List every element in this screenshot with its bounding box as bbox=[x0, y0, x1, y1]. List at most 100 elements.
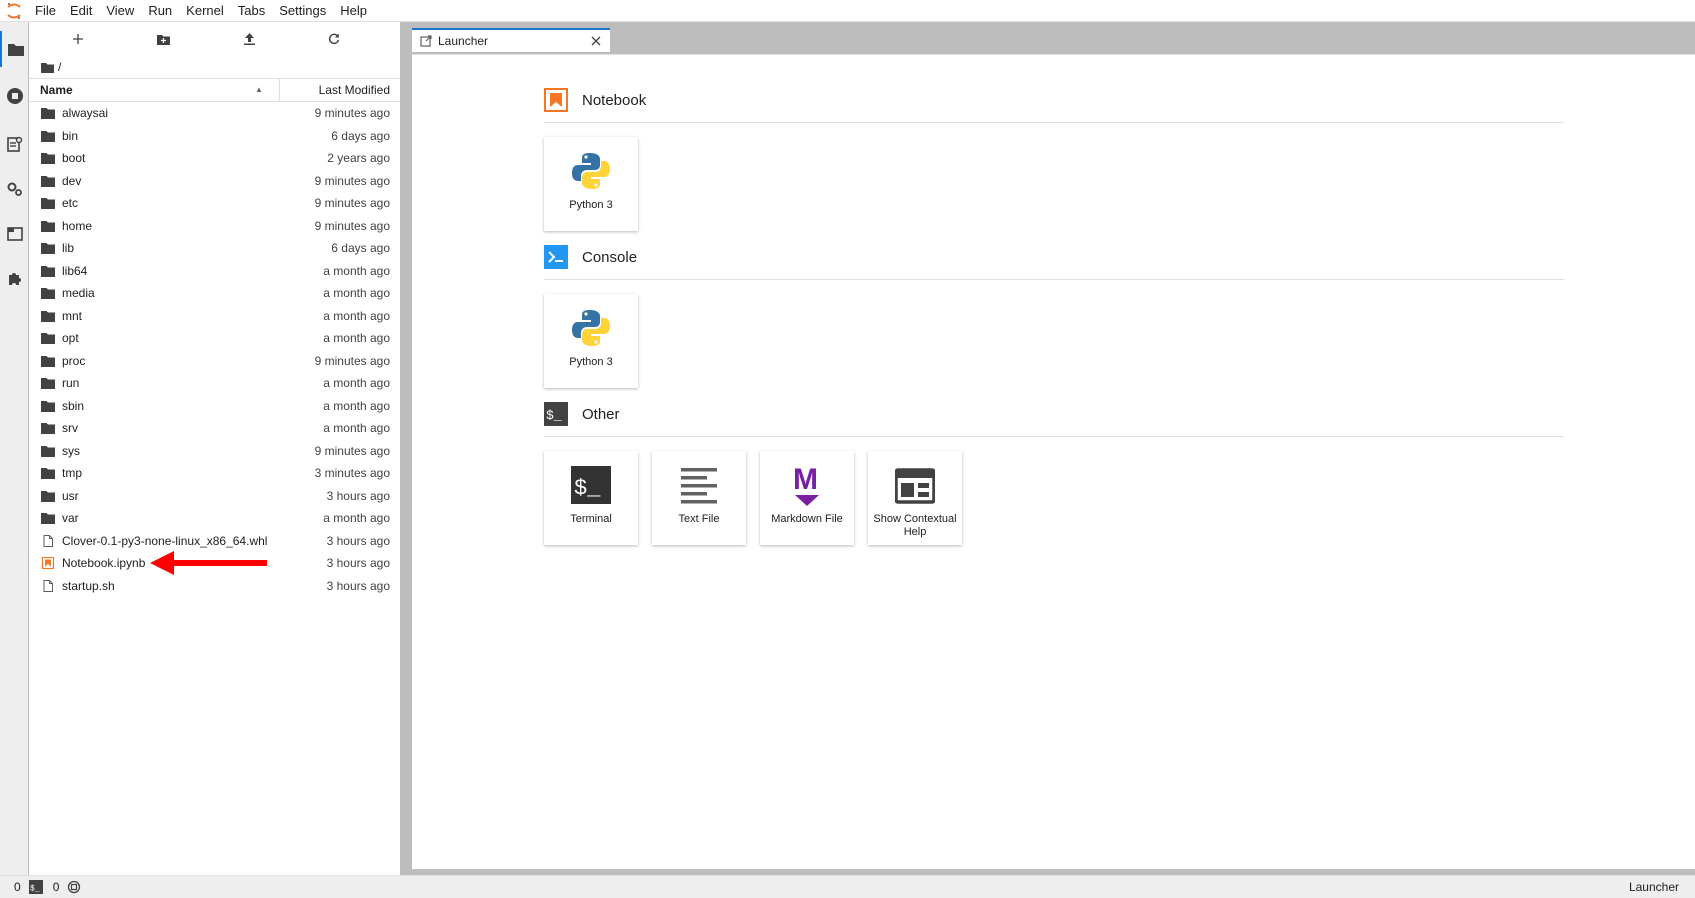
upload-button[interactable] bbox=[238, 28, 260, 50]
file-list-item[interactable]: Clover-0.1-py3-none-linux_x86_64.whl 3 ho… bbox=[29, 530, 400, 553]
file-list-item[interactable]: usr 3 hours ago bbox=[29, 485, 400, 508]
contextual-help-card[interactable]: Show Contextual Help bbox=[868, 451, 962, 545]
terminal-icon: $_ bbox=[28, 880, 43, 894]
card-label: Python 3 bbox=[569, 199, 613, 211]
section-title: Notebook bbox=[582, 91, 647, 109]
refresh-button[interactable] bbox=[323, 28, 345, 50]
file-list-item[interactable]: opt a month ago bbox=[29, 327, 400, 350]
file-list-item[interactable]: lib 6 days ago bbox=[29, 237, 400, 260]
folder-icon bbox=[41, 107, 55, 119]
file-list-item[interactable]: var a month ago bbox=[29, 507, 400, 530]
terminal-section-icon: $_ bbox=[544, 402, 568, 426]
name-column-header[interactable]: Name bbox=[40, 79, 73, 101]
file-list-item[interactable]: dev 9 minutes ago bbox=[29, 170, 400, 193]
folder-icon bbox=[41, 445, 55, 457]
menu-settings[interactable]: Settings bbox=[272, 0, 333, 22]
file-list-item[interactable]: lib64 a month ago bbox=[29, 260, 400, 283]
file-list-item[interactable]: startup.sh 3 hours ago bbox=[29, 575, 400, 598]
notebook-icon bbox=[544, 88, 568, 112]
extensions-tab[interactable] bbox=[0, 261, 29, 297]
commands-tab[interactable] bbox=[0, 126, 29, 162]
file-name: opt bbox=[62, 331, 79, 345]
notebook-icon bbox=[41, 556, 55, 570]
file-name: proc bbox=[62, 353, 86, 368]
file-browser-toolbar bbox=[29, 22, 400, 56]
card-label: Text File bbox=[678, 513, 720, 525]
menu-kernel[interactable]: Kernel bbox=[179, 0, 231, 22]
new-launcher-button[interactable] bbox=[67, 28, 89, 50]
folder-icon bbox=[41, 355, 55, 367]
new-folder-icon bbox=[156, 34, 170, 45]
kernel-chip-icon bbox=[68, 880, 81, 894]
new-folder-button[interactable] bbox=[152, 28, 174, 50]
file-list-header: Name ▲ Last Modified bbox=[29, 78, 400, 102]
running-sessions-tab[interactable] bbox=[0, 78, 29, 114]
close-icon[interactable] bbox=[590, 35, 602, 47]
card-label: Python 3 bbox=[569, 356, 613, 368]
launcher-panel: Notebook Python 3 Console Python 3 $_ Ot… bbox=[412, 54, 1695, 869]
file-list-item[interactable]: boot 2 years ago bbox=[29, 147, 400, 170]
menu-file[interactable]: File bbox=[28, 0, 63, 22]
file-name: Notebook.ipynb bbox=[62, 556, 146, 570]
section-divider bbox=[544, 279, 1564, 280]
file-name: sbin bbox=[62, 398, 85, 413]
markdown-file-card[interactable]: M Markdown File bbox=[760, 451, 854, 545]
file-list-item[interactable]: sbin a month ago bbox=[29, 395, 400, 418]
file-list-item[interactable]: proc 9 minutes ago bbox=[29, 350, 400, 373]
folder-icon[interactable] bbox=[41, 62, 54, 73]
jupyter-logo-icon bbox=[0, 0, 28, 22]
text-file-icon bbox=[675, 461, 723, 509]
menu-help[interactable]: Help bbox=[333, 0, 374, 22]
section-divider bbox=[544, 122, 1564, 123]
file-name: lib64 bbox=[62, 263, 88, 278]
file-last-modified: 3 hours ago bbox=[326, 488, 390, 503]
console-icon bbox=[544, 245, 568, 269]
card-label: Show Contextual Help bbox=[873, 513, 957, 538]
folder-icon bbox=[41, 265, 55, 277]
kernel-count[interactable]: 0 $_ bbox=[0, 880, 43, 894]
terminal-count[interactable]: 0 bbox=[43, 880, 82, 894]
file-list-item[interactable]: home 9 minutes ago bbox=[29, 215, 400, 238]
file-browser-tab[interactable] bbox=[0, 31, 29, 67]
file-list-item[interactable]: tmp 3 minutes ago bbox=[29, 462, 400, 485]
menu-bar: File Edit View Run Kernel Tabs Settings … bbox=[0, 0, 1695, 22]
file-list-item[interactable]: media a month ago bbox=[29, 282, 400, 305]
file-name: run bbox=[62, 376, 80, 390]
property-inspector-tab[interactable] bbox=[0, 171, 29, 207]
text-file-card[interactable]: Text File bbox=[652, 451, 746, 545]
console-python3-card[interactable]: Python 3 bbox=[544, 294, 638, 388]
breadcrumb-path[interactable]: / bbox=[58, 60, 61, 74]
menu-tabs[interactable]: Tabs bbox=[231, 0, 272, 22]
tab-launcher[interactable]: Launcher bbox=[412, 28, 610, 52]
file-list-item[interactable]: run a month ago bbox=[29, 372, 400, 395]
folder-icon bbox=[41, 130, 55, 142]
folder-icon bbox=[41, 422, 55, 434]
menu-view[interactable]: View bbox=[99, 0, 141, 22]
folder-icon bbox=[41, 197, 55, 209]
commands-icon bbox=[6, 136, 22, 152]
file-list-item[interactable]: etc 9 minutes ago bbox=[29, 192, 400, 215]
file-name: sys bbox=[62, 443, 80, 458]
modified-column-header[interactable]: Last Modified bbox=[319, 79, 390, 101]
folder-icon bbox=[41, 400, 55, 412]
column-divider bbox=[279, 79, 280, 101]
red-arrow-annotation bbox=[150, 551, 267, 575]
folder-icon bbox=[41, 377, 55, 389]
file-list-item[interactable]: bin 6 days ago bbox=[29, 125, 400, 148]
menu-run[interactable]: Run bbox=[141, 0, 179, 22]
file-last-modified: a month ago bbox=[323, 308, 390, 323]
folder-icon bbox=[41, 467, 55, 479]
menu-edit[interactable]: Edit bbox=[63, 0, 99, 22]
terminal-card[interactable]: $_ Terminal bbox=[544, 451, 638, 545]
file-list-item[interactable]: srv a month ago bbox=[29, 417, 400, 440]
open-tabs-tab[interactable] bbox=[0, 216, 29, 252]
folder-icon bbox=[41, 332, 55, 344]
section-title: Console bbox=[582, 248, 638, 266]
file-last-modified: 6 days ago bbox=[331, 241, 390, 255]
file-list-item[interactable]: sys 9 minutes ago bbox=[29, 440, 400, 463]
folder-icon bbox=[7, 43, 24, 56]
file-list-item[interactable]: mnt a month ago bbox=[29, 305, 400, 328]
file-list-item[interactable]: alwaysai 9 minutes ago bbox=[29, 102, 400, 125]
notebook-python3-card[interactable]: Python 3 bbox=[544, 137, 638, 231]
notebook-section: Notebook Python 3 bbox=[544, 86, 1564, 231]
